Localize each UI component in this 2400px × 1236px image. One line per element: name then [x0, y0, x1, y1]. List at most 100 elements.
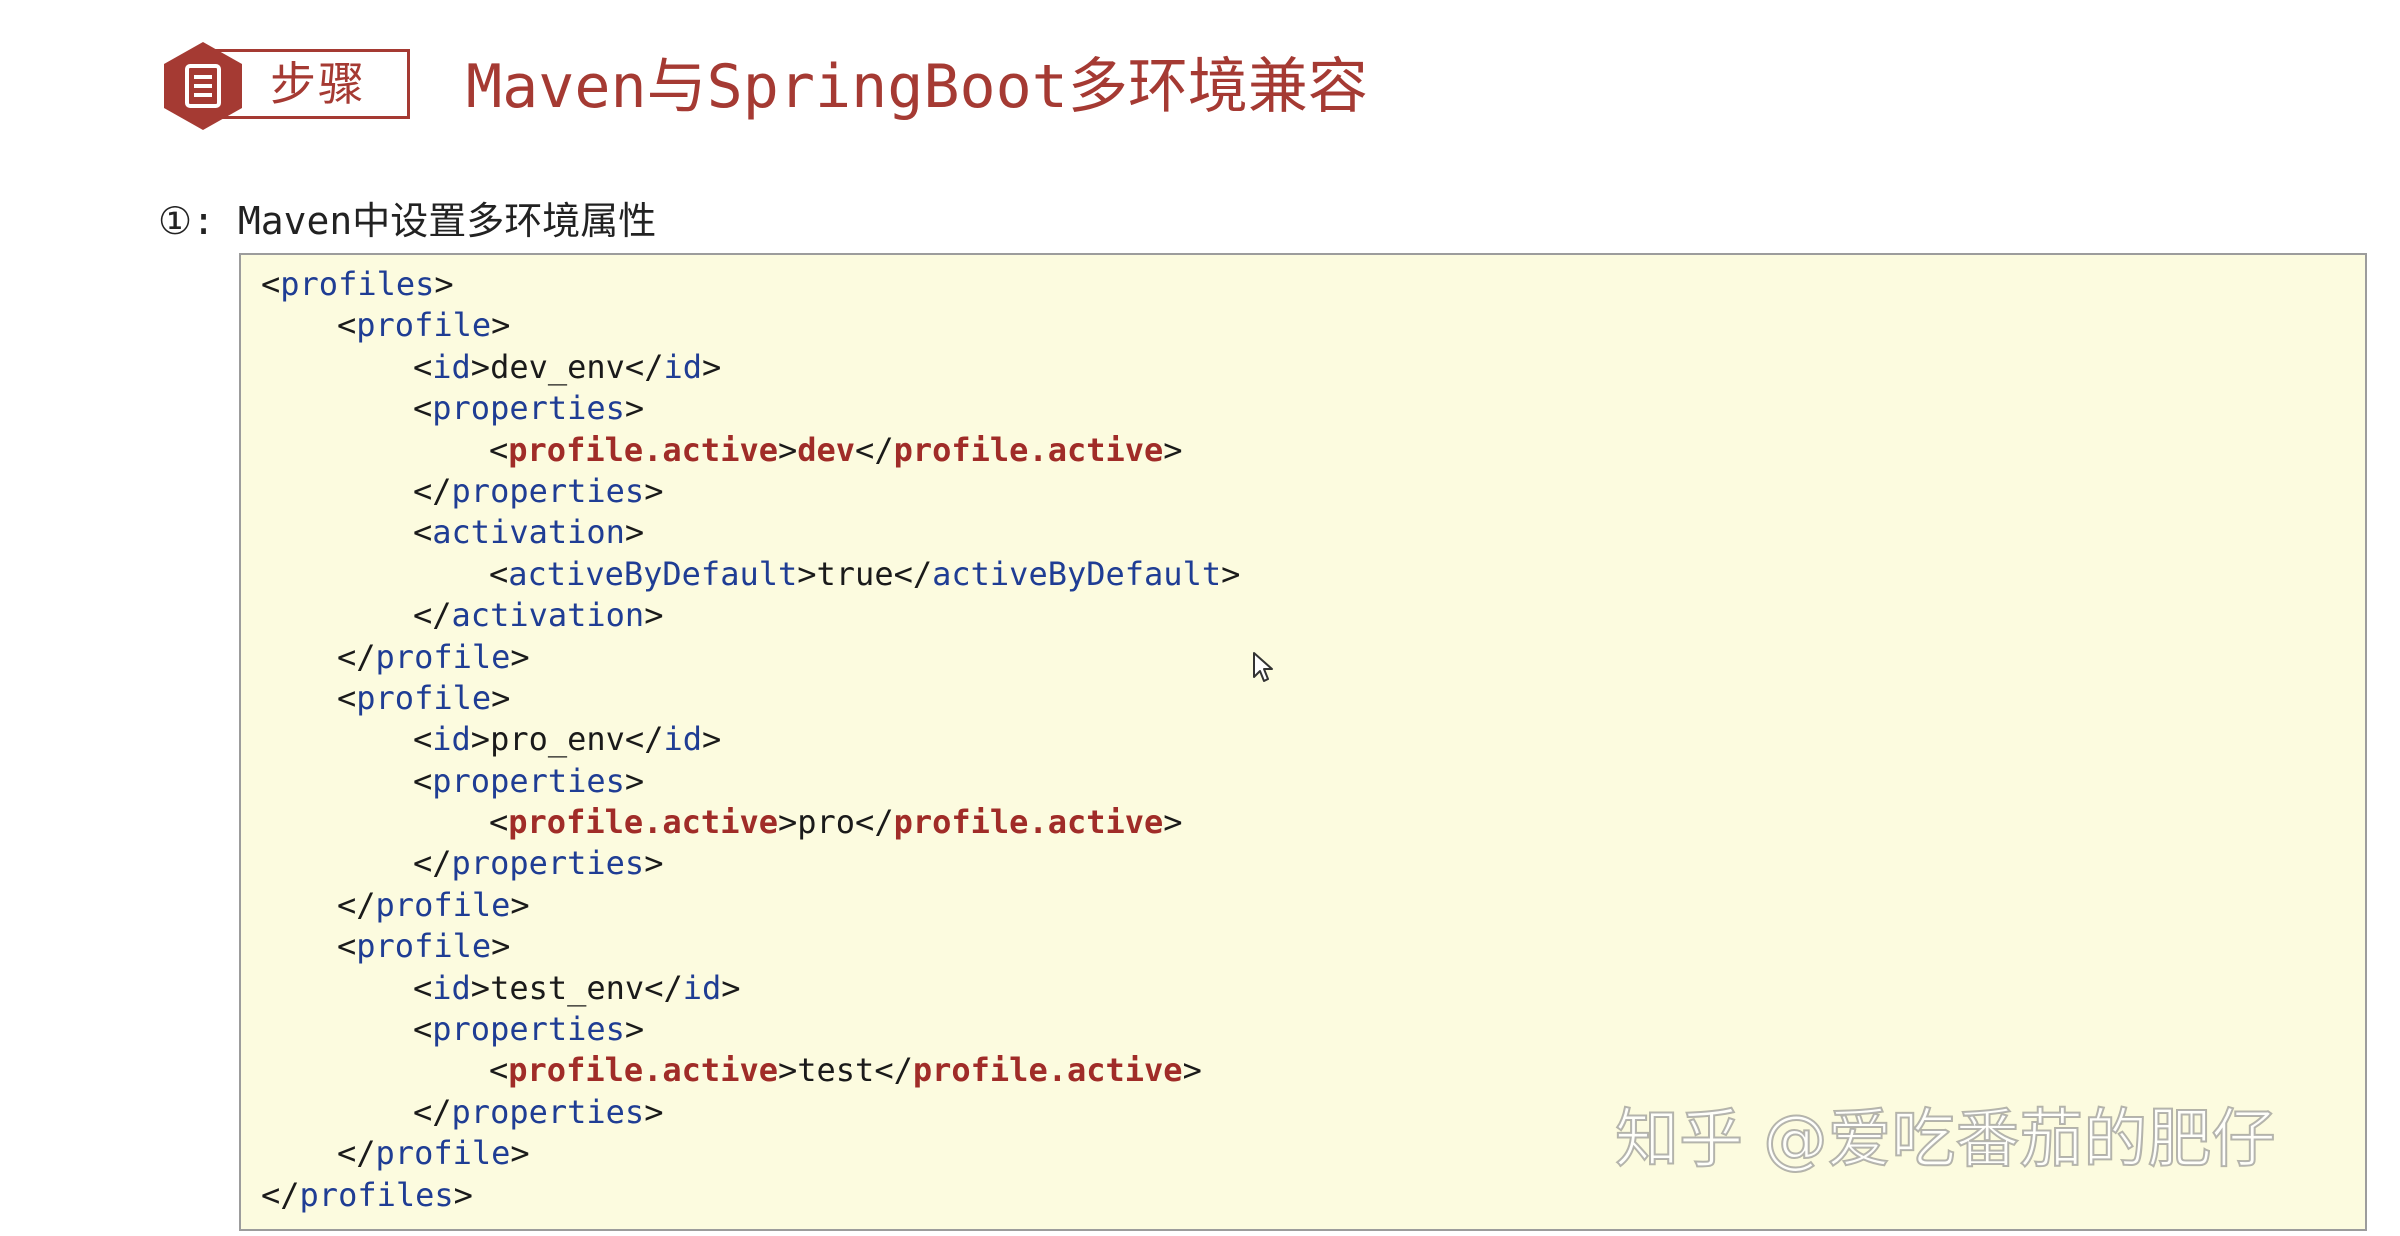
code-token: </	[893, 554, 933, 593]
code-line: <properties>	[261, 1009, 1240, 1050]
code-line: <activation>	[261, 512, 1240, 553]
code-token: <	[489, 554, 509, 593]
code-token: properties	[451, 471, 645, 510]
code-token: activeByDefault	[508, 554, 798, 593]
code-token: id	[663, 720, 702, 759]
code-token: >	[624, 389, 645, 428]
code-token: <	[413, 347, 433, 386]
code-token: </	[337, 885, 376, 924]
code-token: pro	[797, 803, 856, 842]
code-token: <	[413, 968, 433, 1007]
code-line: <profile.active>pro</profile.active>	[261, 802, 1240, 843]
code-line: <profile>	[261, 305, 1240, 346]
code-token: </	[855, 803, 894, 842]
code-token: profile	[356, 306, 492, 345]
code-line: </profiles>	[261, 1175, 1240, 1216]
code-token: >	[797, 554, 817, 593]
code-token: properties	[432, 1010, 625, 1049]
code-token: profile.active	[508, 803, 778, 842]
code-token: profiles	[299, 1175, 454, 1214]
watermark: 知乎 @爱吃番茄的肥仔	[1614, 1102, 2276, 1178]
code-token: >	[644, 471, 664, 510]
code-token: >	[510, 637, 530, 676]
code-token: activeByDefault	[932, 554, 1222, 593]
code-token: id	[432, 720, 471, 759]
code-token: profile.active	[893, 430, 1164, 469]
code-token: >	[510, 885, 530, 924]
code-token: activation	[432, 513, 625, 552]
code-token: >	[777, 1051, 798, 1090]
code-token: <	[413, 720, 433, 759]
code-token: properties	[432, 389, 625, 428]
step-badge: 步骤	[160, 42, 410, 130]
code-token: profile.active	[508, 1051, 778, 1090]
step-heading: ①: Maven中设置多环境属性	[158, 199, 657, 243]
code-line: <profile.active>test</profile.active>	[261, 1050, 1240, 1091]
code-token: activation	[451, 596, 645, 635]
code-token: </	[261, 1175, 300, 1214]
code-token: <	[413, 513, 433, 552]
code-token: >	[624, 513, 645, 552]
code-token: id	[663, 347, 702, 386]
code-line: </properties>	[261, 843, 1240, 884]
code-line: <properties>	[261, 388, 1240, 429]
code-token: >	[644, 596, 664, 635]
code-token: <	[337, 306, 357, 345]
code-block: <profiles> <profile> <id>dev_env</id> <prop…	[239, 253, 2367, 1231]
code-token: <	[489, 430, 509, 469]
code-line: <id>pro_env</id>	[261, 719, 1240, 760]
code-line: <activeByDefault>true</activeByDefault>	[261, 554, 1240, 595]
code-token: profile	[375, 637, 511, 676]
code-token: dev_env	[490, 347, 625, 386]
code-token: >	[470, 347, 491, 386]
code-token: profile	[356, 678, 492, 717]
code-token: >	[1182, 1051, 1202, 1090]
code-token: profile.active	[893, 803, 1164, 842]
code-token: </	[413, 596, 452, 635]
code-line: </profile>	[261, 885, 1240, 926]
code-token: profile.active	[912, 1051, 1183, 1090]
code-token: </	[337, 637, 376, 676]
code-line: <id>dev_env</id>	[261, 347, 1240, 388]
code-token: <	[413, 761, 433, 800]
code-token: >	[701, 720, 722, 759]
code-token: <	[337, 927, 357, 966]
code-token: </	[337, 1134, 376, 1173]
code-token: profiles	[280, 265, 435, 303]
code-token: id	[682, 968, 722, 1007]
code-token: properties	[451, 1092, 645, 1131]
code-token: </	[644, 968, 683, 1007]
code-token: profile	[375, 885, 511, 924]
code-token: >	[491, 678, 511, 717]
code-token: >	[470, 720, 491, 759]
code-token: test_env	[490, 968, 645, 1007]
code-token: >	[1163, 430, 1183, 469]
code-token: profile	[375, 1134, 511, 1173]
code-token: >	[1221, 554, 1241, 593]
code-line: <properties>	[261, 761, 1240, 802]
code-token: <	[413, 1010, 433, 1049]
code-line: <profile>	[261, 678, 1240, 719]
code-token: >	[624, 1010, 645, 1049]
code-line: <profile.active>dev</profile.active>	[261, 430, 1240, 471]
code-line: <profile>	[261, 926, 1240, 967]
code-token: <	[337, 678, 357, 717]
code-line: </activation>	[261, 595, 1240, 636]
code-token: id	[432, 347, 471, 386]
code-token: >	[470, 968, 491, 1007]
code-token: >	[491, 927, 511, 966]
step-badge-label: 步骤	[270, 57, 366, 111]
code-token: profile.active	[508, 430, 778, 469]
code-token: >	[644, 1092, 664, 1131]
code-token: pro_env	[490, 720, 625, 759]
code-token: >	[491, 306, 511, 345]
code-token: </	[874, 1051, 913, 1090]
code-token: </	[413, 844, 452, 883]
code-line: </profile>	[261, 1133, 1240, 1174]
page-title: Maven与SpringBoot多环境兼容	[466, 52, 1368, 122]
code-token: dev	[797, 430, 856, 469]
code-token: true	[816, 554, 894, 593]
code-token: >	[777, 430, 798, 469]
mouse-pointer-icon	[1253, 652, 1273, 682]
code-token: </	[413, 471, 452, 510]
